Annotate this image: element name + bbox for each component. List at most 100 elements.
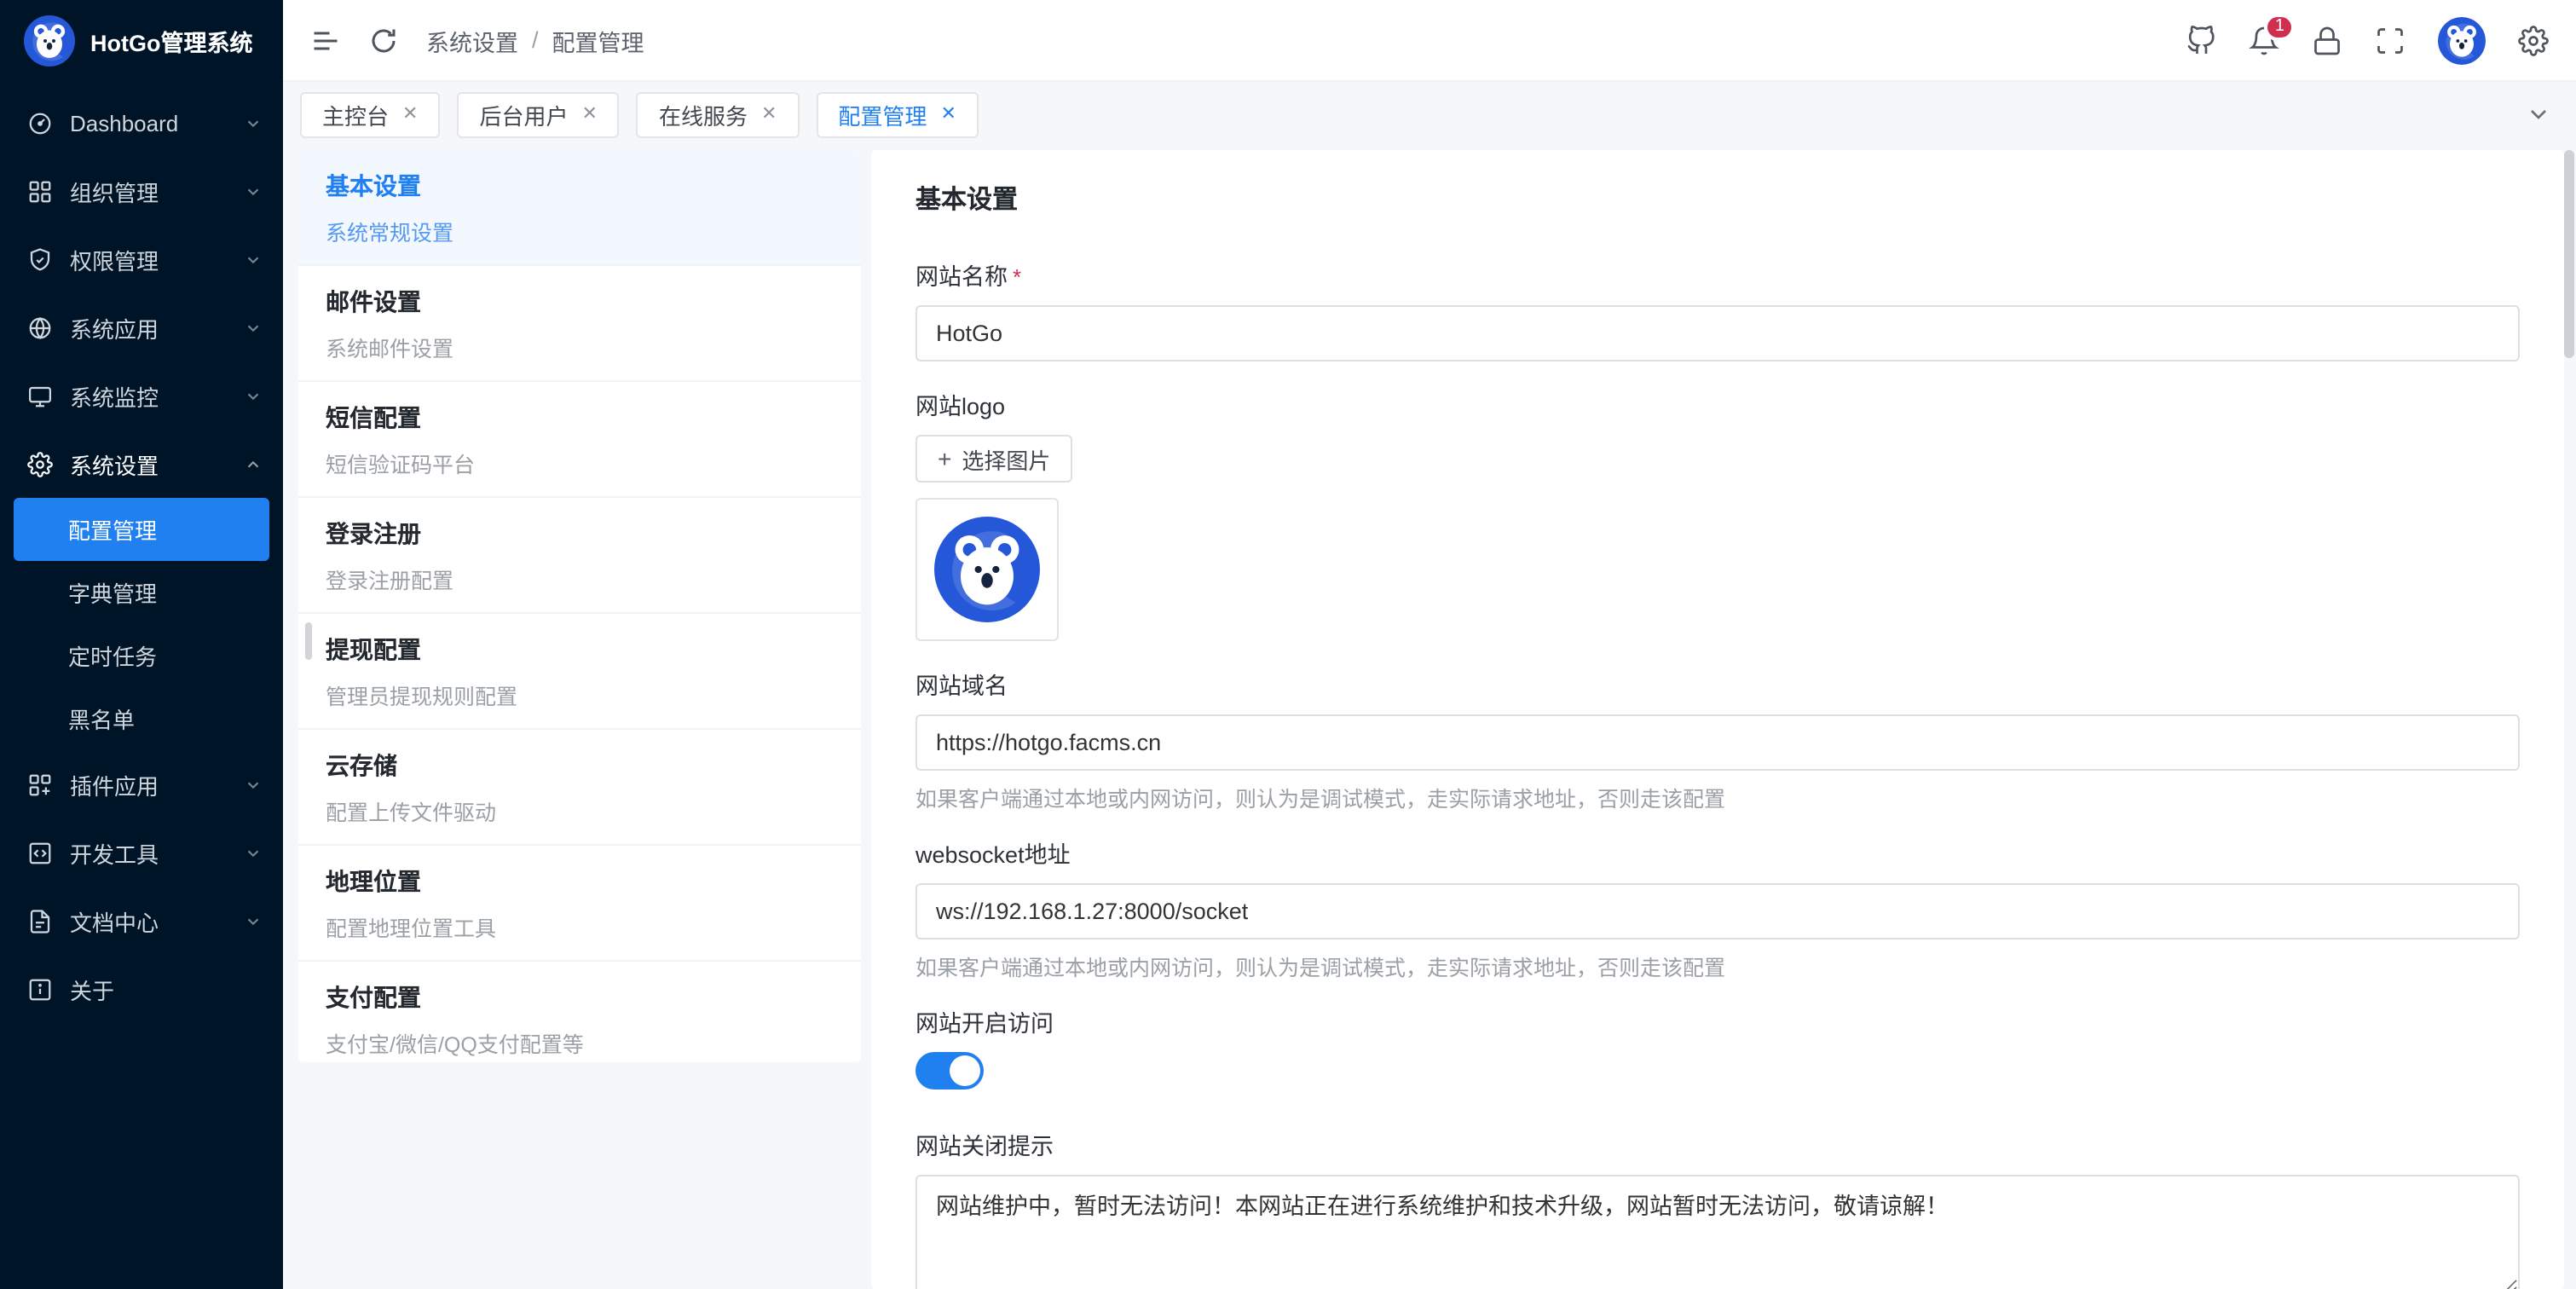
site-name-group: 网站名称 * — [915, 257, 2520, 361]
sidebar-item-label: 系统设置 — [70, 448, 159, 480]
settings-nav-subtitle: 登录注册配置 — [326, 563, 834, 595]
settings-nav-login[interactable]: 登录注册 登录注册配置 — [298, 498, 861, 614]
top-header: 系统设置 / 配置管理 1 — [283, 0, 2576, 82]
sidebar-item-docs[interactable]: 文档中心 — [0, 887, 283, 955]
chevron-down-icon — [244, 113, 263, 132]
settings-nav-subtitle: 短信验证码平台 — [326, 447, 834, 479]
chevron-up-icon — [244, 454, 263, 473]
sidebar-item-apps[interactable]: 系统应用 — [0, 293, 283, 361]
settings-nav-title: 提现配置 — [326, 633, 834, 667]
lock-icon[interactable] — [2312, 25, 2342, 55]
tab-admin-users[interactable]: 后台用户 ✕ — [457, 91, 619, 137]
info-icon — [27, 976, 53, 1002]
sidebar-item-settings[interactable]: 系统设置 — [0, 430, 283, 498]
content-area: 基本设置 系统常规设置 邮件设置 系统邮件设置 短信配置 短信验证码平台 登录注… — [283, 147, 2576, 1289]
settings-nav-subtitle: 支付宝/微信/QQ支付配置等 — [326, 1026, 834, 1059]
settings-nav-title: 支付配置 — [326, 980, 834, 1014]
site-logo-preview[interactable] — [915, 498, 1059, 641]
sidebar-subitem-config[interactable]: 配置管理 — [14, 498, 269, 561]
monitor-icon — [27, 383, 53, 408]
websocket-input[interactable] — [915, 883, 2520, 939]
sidebar-item-label: 插件应用 — [70, 768, 159, 801]
chevron-down-icon — [244, 318, 263, 337]
shield-check-icon — [27, 246, 53, 272]
brand-title: HotGo管理系统 — [90, 24, 253, 58]
settings-nav-basic[interactable]: 基本设置 系统常规设置 — [298, 150, 861, 266]
tab-label: 后台用户 — [479, 98, 568, 130]
chevron-down-icon — [244, 250, 263, 269]
sidebar-subitem-label: 配置管理 — [68, 513, 157, 546]
close-tip-group: 网站关闭提示 网站维护中，暂时无法访问！本网站正在进行系统维护和技术升级，网站暂… — [915, 1127, 2520, 1289]
toggle-knob — [950, 1055, 980, 1086]
settings-nav-title: 邮件设置 — [326, 285, 834, 319]
sidebar-subitem-label: 定时任务 — [68, 639, 157, 672]
settings-nav-subtitle: 配置上传文件驱动 — [326, 795, 834, 827]
form-section-title: 基本设置 — [915, 181, 2520, 217]
code-window-icon — [27, 840, 53, 865]
sidebar-item-org[interactable]: 组织管理 — [0, 157, 283, 225]
breadcrumb-current: 配置管理 — [552, 23, 644, 57]
settings-nav-withdraw[interactable]: 提现配置 管理员提现规则配置 — [298, 614, 861, 730]
settings-nav-email[interactable]: 邮件设置 系统邮件设置 — [298, 266, 861, 382]
globe-icon — [27, 315, 53, 340]
settings-nav-card: 基本设置 系统常规设置 邮件设置 系统邮件设置 短信配置 短信验证码平台 登录注… — [298, 150, 861, 1062]
settings-nav-pay[interactable]: 支付配置 支付宝/微信/QQ支付配置等 — [298, 962, 861, 1062]
brand[interactable]: HotGo管理系统 — [0, 0, 283, 82]
settings-nav-scrollbar-thumb[interactable] — [305, 622, 312, 660]
sidebar-item-about[interactable]: 关于 — [0, 955, 283, 1023]
settings-nav-subtitle: 配置地理位置工具 — [326, 910, 834, 943]
tab-console[interactable]: 主控台 ✕ — [300, 91, 440, 137]
site-name-label: 网站名称 * — [915, 257, 2520, 292]
header-actions: 1 — [2186, 16, 2549, 64]
sidebar-item-label: 开发工具 — [70, 836, 159, 869]
collapse-menu-icon[interactable] — [310, 25, 341, 55]
sidebar: HotGo管理系统 Dashboard 组织管理 权限管理 系统应用 — [0, 0, 283, 1289]
settings-gear-icon[interactable] — [2518, 25, 2549, 55]
notifications[interactable]: 1 — [2249, 25, 2279, 55]
tab-close-icon[interactable]: ✕ — [582, 105, 598, 124]
sidebar-subitem-dict[interactable]: 字典管理 — [14, 561, 269, 624]
settings-nav-title: 登录注册 — [326, 517, 834, 551]
tab-close-icon[interactable]: ✕ — [940, 105, 956, 124]
sidebar-subitem-cron[interactable]: 定时任务 — [14, 624, 269, 687]
refresh-icon[interactable] — [368, 25, 399, 55]
breadcrumb-parent[interactable]: 系统设置 — [426, 23, 518, 57]
sidebar-menu: Dashboard 组织管理 权限管理 系统应用 系统监控 — [0, 82, 283, 1023]
sidebar-item-devtools[interactable]: 开发工具 — [0, 818, 283, 887]
sidebar-item-permission[interactable]: 权限管理 — [0, 225, 283, 293]
tab-label: 在线服务 — [659, 98, 748, 130]
sidebar-item-plugins[interactable]: 插件应用 — [0, 750, 283, 818]
site-open-toggle[interactable] — [915, 1052, 984, 1090]
site-domain-label: 网站域名 — [915, 667, 2520, 701]
settings-nav-sms[interactable]: 短信配置 短信验证码平台 — [298, 382, 861, 498]
tab-label: 配置管理 — [838, 98, 927, 130]
websocket-group: websocket地址 如果客户端通过本地或内网访问，则认为是调试模式，走实际请… — [915, 835, 2520, 982]
site-name-input[interactable] — [915, 305, 2520, 361]
sidebar-item-monitor[interactable]: 系统监控 — [0, 361, 283, 430]
tab-close-icon[interactable]: ✕ — [402, 105, 418, 124]
grid-icon — [27, 178, 53, 204]
pick-image-button[interactable]: + 选择图片 — [915, 435, 1072, 483]
sidebar-item-label: 系统监控 — [70, 379, 159, 412]
chevron-down-icon — [244, 775, 263, 794]
sidebar-subitem-label: 黑名单 — [68, 702, 135, 735]
chevron-down-icon — [244, 386, 263, 405]
sidebar-item-label: 关于 — [70, 973, 114, 1005]
notification-badge: 1 — [2265, 13, 2295, 40]
tab-close-icon[interactable]: ✕ — [761, 105, 777, 124]
sidebar-item-dashboard[interactable]: Dashboard — [0, 89, 283, 157]
settings-nav-geo[interactable]: 地理位置 配置地理位置工具 — [298, 846, 861, 962]
page-scrollbar-thumb[interactable] — [2564, 150, 2574, 358]
sidebar-item-label: 文档中心 — [70, 905, 159, 937]
sidebar-subitem-blacklist[interactable]: 黑名单 — [14, 687, 269, 750]
site-domain-input[interactable] — [915, 714, 2520, 771]
tab-config[interactable]: 配置管理 ✕ — [816, 91, 978, 137]
site-logo-group: 网站logo + 选择图片 — [915, 387, 2520, 641]
tabs-dropdown-chevron-icon[interactable] — [2525, 101, 2552, 128]
settings-nav-storage[interactable]: 云存储 配置上传文件驱动 — [298, 730, 861, 846]
github-icon[interactable] — [2186, 25, 2216, 55]
user-avatar[interactable] — [2438, 16, 2486, 64]
close-tip-textarea[interactable]: 网站维护中，暂时无法访问！本网站正在进行系统维护和技术升级，网站暂时无法访问，敬… — [915, 1175, 2520, 1289]
fullscreen-icon[interactable] — [2375, 25, 2406, 55]
tab-online-service[interactable]: 在线服务 ✕ — [637, 91, 799, 137]
